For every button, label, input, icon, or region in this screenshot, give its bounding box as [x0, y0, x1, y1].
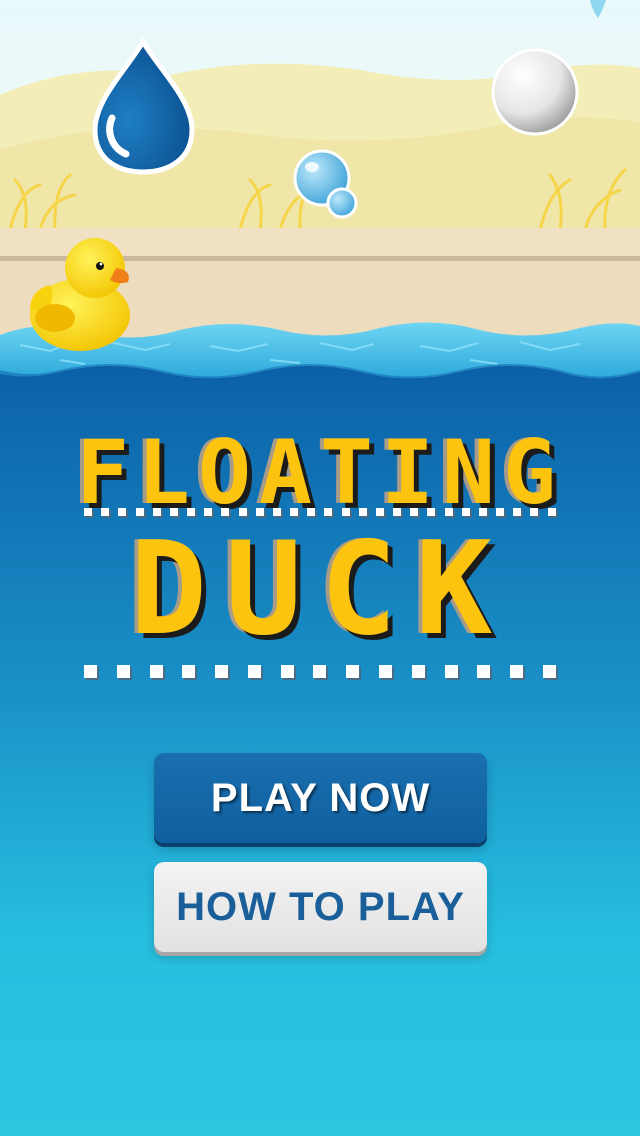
game-title-line2: DUCK	[129, 515, 511, 664]
how-to-play-button[interactable]: HOW TO PLAY	[154, 862, 487, 952]
play-now-button[interactable]: PLAY NOW	[154, 753, 487, 843]
title-underline-dots	[84, 665, 556, 678]
pearl-icon	[491, 48, 579, 136]
